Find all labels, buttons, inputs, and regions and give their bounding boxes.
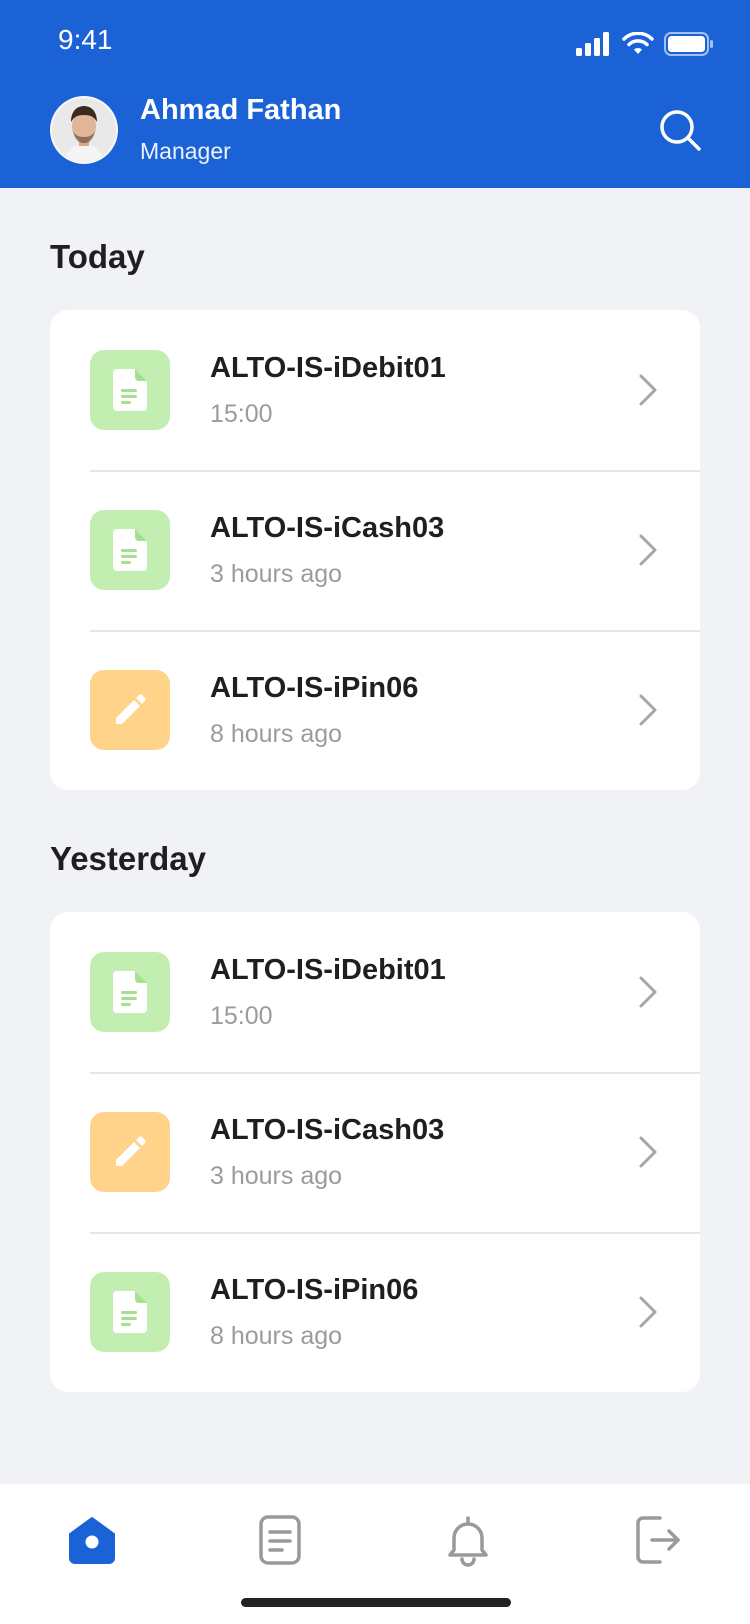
item-title: ALTO-IS-iDebit01 bbox=[210, 352, 446, 384]
list-item[interactable]: ALTO-IS-iDebit01 15:00 bbox=[50, 310, 700, 470]
list-item[interactable]: ALTO-IS-iPin06 8 hours ago bbox=[50, 1232, 700, 1392]
pencil-icon bbox=[90, 670, 170, 750]
list-item[interactable]: ALTO-IS-iCash03 3 hours ago bbox=[50, 470, 700, 630]
home-icon bbox=[69, 1517, 115, 1564]
chevron-right-icon bbox=[639, 694, 657, 726]
chevron-right-icon bbox=[639, 1296, 657, 1328]
item-title: ALTO-IS-iDebit01 bbox=[210, 954, 446, 986]
wifi-icon bbox=[622, 32, 654, 54]
item-time: 15:00 bbox=[210, 400, 273, 428]
search-button[interactable] bbox=[656, 106, 704, 154]
section-title-yesterday: Yesterday bbox=[50, 840, 206, 877]
chevron-right-icon bbox=[639, 374, 657, 406]
item-title: ALTO-IS-iCash03 bbox=[210, 1114, 445, 1146]
item-title: ALTO-IS-iCash03 bbox=[210, 512, 445, 544]
document-icon bbox=[90, 952, 170, 1032]
bell-icon bbox=[448, 1516, 488, 1567]
tab-reports[interactable] bbox=[252, 1512, 308, 1568]
item-title: ALTO-IS-iPin06 bbox=[210, 672, 419, 704]
list-item[interactable]: ALTO-IS-iDebit01 15:00 bbox=[50, 912, 700, 1072]
user-role: Manager bbox=[140, 138, 231, 164]
item-time: 15:00 bbox=[210, 1002, 273, 1030]
document-icon bbox=[90, 510, 170, 590]
status-time: 9:41 bbox=[58, 24, 113, 55]
search-icon bbox=[660, 110, 701, 151]
item-time: 8 hours ago bbox=[210, 720, 343, 748]
chevron-right-icon bbox=[639, 1136, 657, 1168]
logout-icon bbox=[636, 1516, 680, 1564]
item-time: 3 hours ago bbox=[210, 1162, 343, 1190]
document-icon bbox=[90, 350, 170, 430]
user-photo bbox=[52, 98, 116, 162]
user-name: Ahmad Fathan bbox=[140, 94, 342, 126]
item-time: 8 hours ago bbox=[210, 1322, 343, 1350]
activity-card-today: ALTO-IS-iDebit01 15:00 ALTO-IS-iCash03 3… bbox=[50, 310, 700, 790]
document-icon bbox=[90, 1272, 170, 1352]
tab-logout[interactable] bbox=[630, 1512, 686, 1568]
activity-card-yesterday: ALTO-IS-iDebit01 15:00 ALTO-IS-iCash03 3… bbox=[50, 912, 700, 1392]
home-indicator bbox=[241, 1598, 511, 1607]
list-item[interactable]: ALTO-IS-iCash03 3 hours ago bbox=[50, 1072, 700, 1232]
list-icon bbox=[259, 1515, 301, 1565]
item-title: ALTO-IS-iPin06 bbox=[210, 1274, 419, 1306]
item-time: 3 hours ago bbox=[210, 560, 343, 588]
signal-icon bbox=[576, 32, 609, 56]
tab-home[interactable] bbox=[64, 1512, 120, 1568]
status-icons bbox=[576, 32, 714, 56]
app-header: 9:41 Ahmad Fathan Manager bbox=[0, 0, 750, 188]
section-title-today: Today bbox=[50, 238, 145, 275]
chevron-right-icon bbox=[639, 976, 657, 1008]
avatar[interactable] bbox=[50, 96, 118, 164]
battery-icon bbox=[664, 32, 713, 56]
pencil-icon bbox=[90, 1112, 170, 1192]
tab-notifications[interactable] bbox=[440, 1512, 496, 1568]
list-item[interactable]: ALTO-IS-iPin06 8 hours ago bbox=[50, 630, 700, 790]
chevron-right-icon bbox=[639, 534, 657, 566]
